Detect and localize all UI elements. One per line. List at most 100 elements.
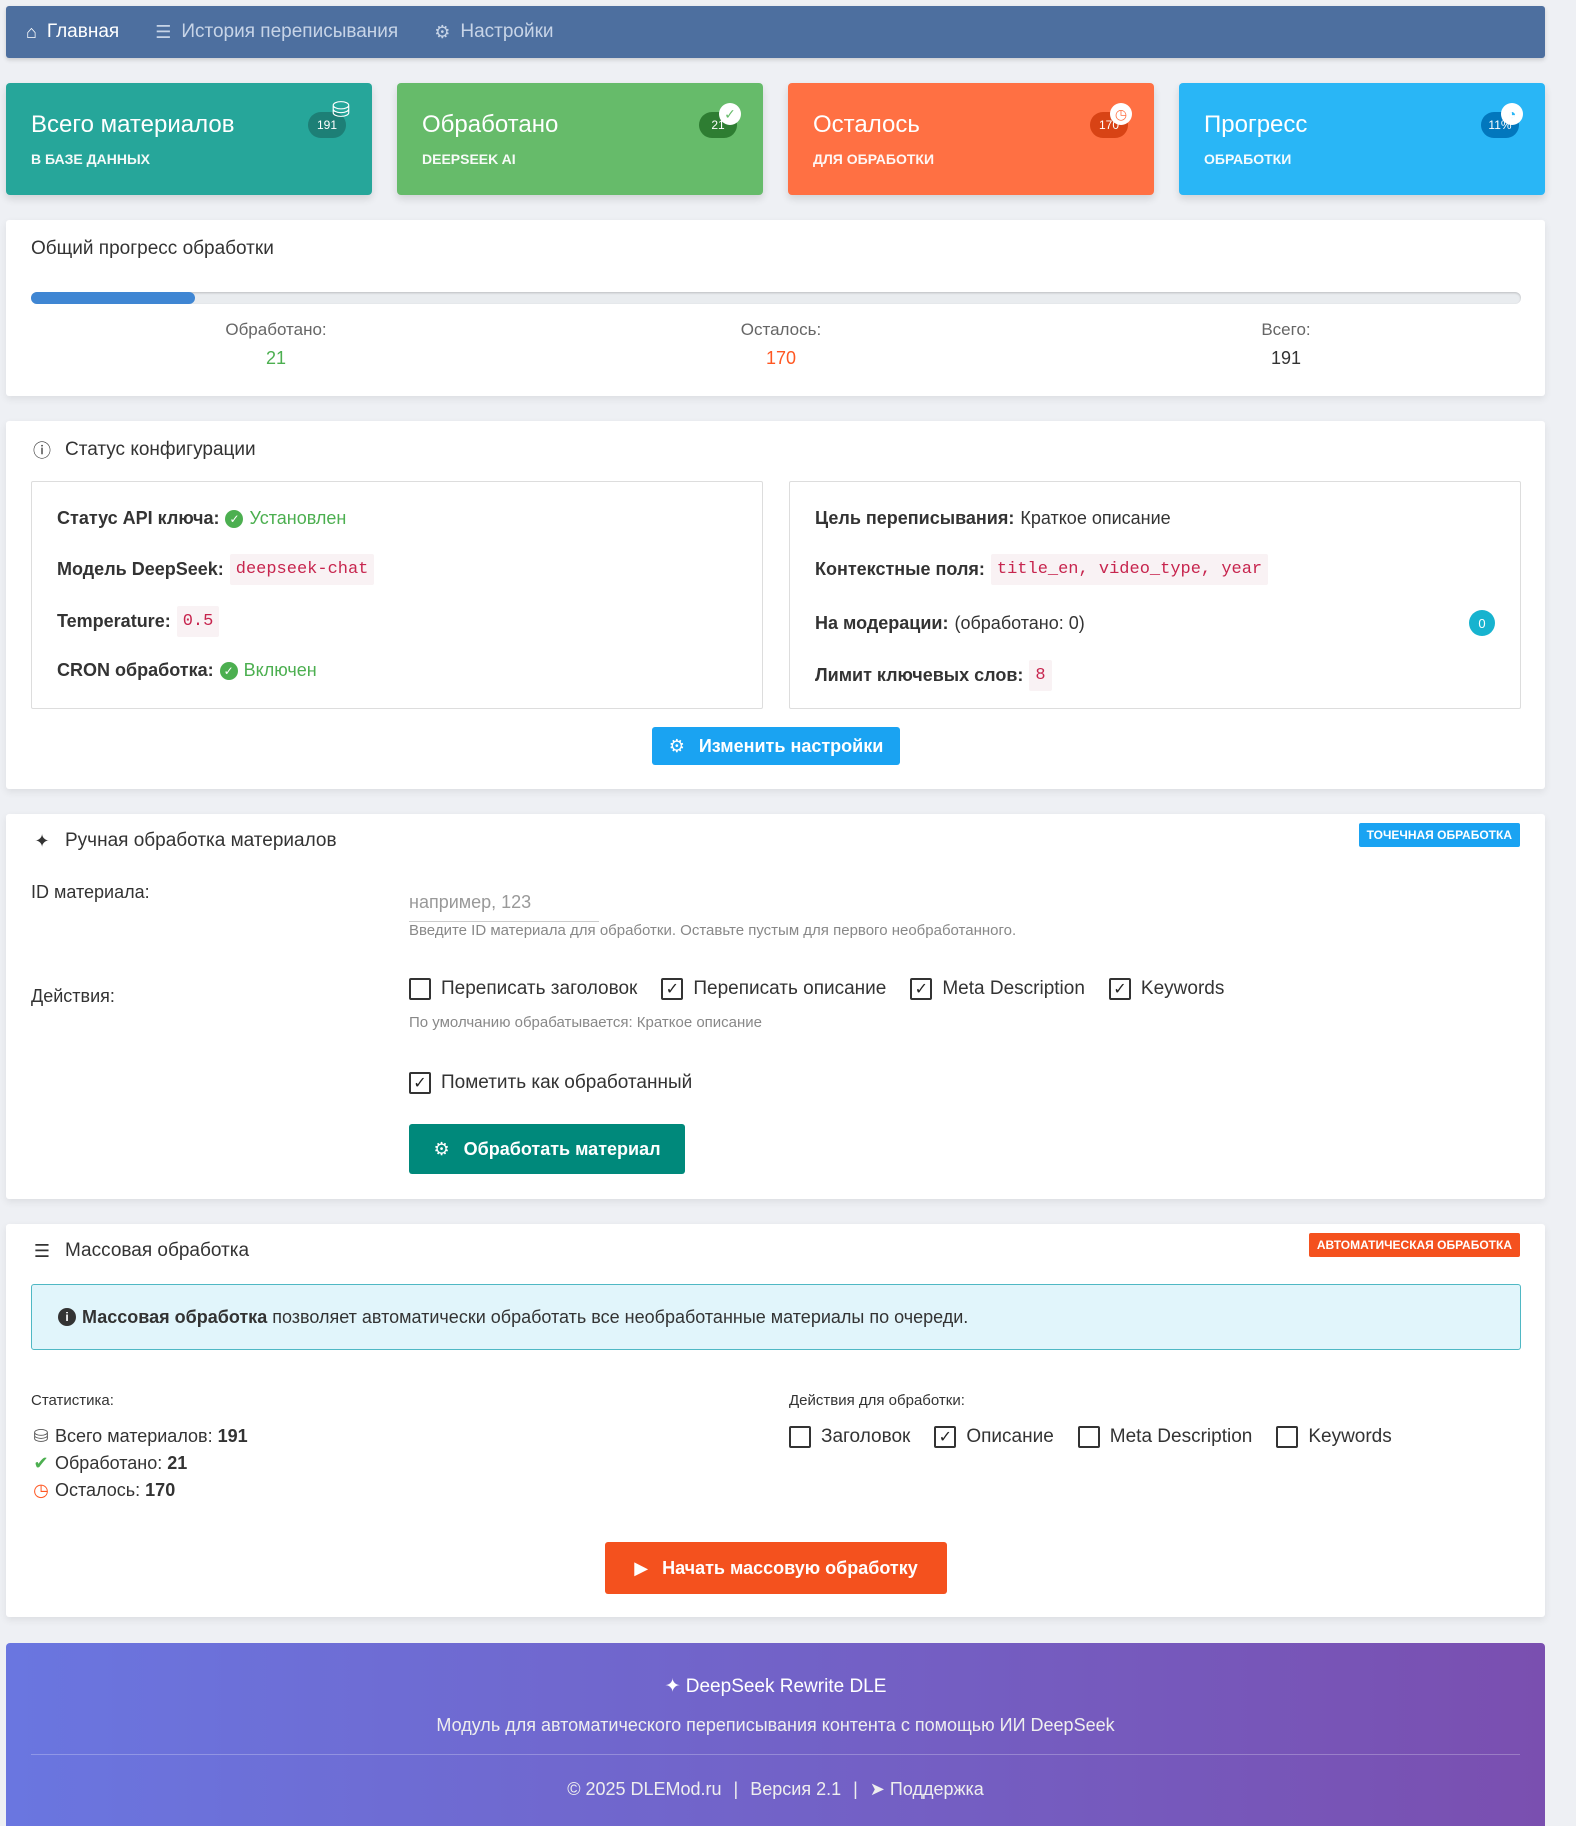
cb-mass-title[interactable]: Заголовок xyxy=(789,1426,910,1448)
nav-history[interactable]: ☰ История переписывания xyxy=(155,21,398,43)
checkbox[interactable]: ✓ xyxy=(1108,978,1131,1000)
stat-done-value: 21 xyxy=(167,1453,188,1473)
model-row: Модель DeepSeek: deepseek-chat xyxy=(57,554,375,585)
nav-settings-label: Настройки xyxy=(460,21,554,42)
manual-title: Ручная обработка материалов xyxy=(65,830,337,851)
list-icon: ☰ xyxy=(155,21,172,42)
card-remaining-sub: ДЛЯ ОБРАБОТКИ xyxy=(813,151,935,167)
actions-help: По умолчанию обрабатывается: Краткое опи… xyxy=(409,1014,763,1031)
nav-settings[interactable]: ⚙ Настройки xyxy=(434,21,553,43)
footer-copyright: © 2025 DLEMod.ru xyxy=(567,1779,722,1799)
nav-home[interactable]: ⌂ Главная xyxy=(26,21,119,43)
api-key-status: ✓ Установлен xyxy=(225,508,346,529)
cb-meta-description[interactable]: ✓ Meta Description xyxy=(910,978,1085,1000)
progress-bar xyxy=(31,292,1521,304)
process-material-button[interactable]: ⚙ Обработать материал xyxy=(409,1124,685,1174)
config-left-box: Статус API ключа: ✓ Установлен Модель Dee… xyxy=(31,481,763,709)
cb-rewrite-title[interactable]: Переписать заголовок xyxy=(409,978,637,1000)
footer-version: Версия 2.1 xyxy=(750,1779,842,1799)
card-total: Всего материалов В БАЗЕ ДАННЫХ 191 ⛁ xyxy=(6,83,372,195)
id-label: ID материала: xyxy=(31,882,150,902)
cb-keywords[interactable]: ✓ Keywords xyxy=(1108,978,1225,1000)
gears-icon: ⚙ xyxy=(433,1138,450,1159)
check-circle-icon: ✓ xyxy=(219,661,238,680)
server-icon: ☰ xyxy=(33,1240,51,1261)
footer-divider xyxy=(31,1754,1520,1755)
context-row: Контекстные поля: title_en, video_type, … xyxy=(815,554,1269,585)
cb-mass-keywords[interactable]: Keywords xyxy=(1276,1426,1392,1448)
keywords-limit-row: Лимит ключевых слов: 8 xyxy=(815,660,1052,691)
actions-label: Действия: xyxy=(31,986,115,1006)
mass-actions-label: Действия для обработки: xyxy=(789,1392,965,1409)
checkbox[interactable]: ✓ xyxy=(661,978,684,1000)
cb-label: Пометить как обработанный xyxy=(441,1072,693,1093)
edit-settings-label: Изменить настройки xyxy=(698,735,884,756)
progress-processed-label: Обработано: xyxy=(225,320,327,339)
gears-icon: ⚙ xyxy=(434,21,451,42)
gear-icon: ⚙ xyxy=(668,735,685,756)
mass-badge: АВТОМАТИЧЕСКАЯ ОБРАБОТКА xyxy=(1308,1233,1520,1257)
edit-settings-button[interactable]: ⚙ Изменить настройки xyxy=(652,727,900,765)
checkbox[interactable]: ✓ xyxy=(910,978,933,1000)
cron-row: CRON обработка: ✓ Включен xyxy=(57,660,317,681)
stat-done-label: Обработано: xyxy=(55,1453,163,1473)
cb-label: Описание xyxy=(966,1426,1054,1447)
cb-label: Keywords xyxy=(1140,978,1225,999)
mass-info-alert: i Массовая обработка позволяет автоматич… xyxy=(31,1284,1521,1350)
manual-actions: Переписать заголовок ✓ Переписать описани… xyxy=(409,978,1248,1000)
card-processed-title: Обработано xyxy=(422,111,559,138)
check-icon: ✓ xyxy=(719,103,741,125)
api-key-row: Статус API ключа: ✓ Установлен xyxy=(57,508,346,529)
stat-left-label: Осталось: xyxy=(55,1480,141,1500)
checkbox[interactable]: ✓ xyxy=(934,1426,957,1448)
database-icon: ⛁ xyxy=(331,97,351,122)
material-id-input[interactable]: например, 123 xyxy=(409,886,599,922)
goal-value: Краткое описание xyxy=(1020,508,1171,528)
checkbox[interactable] xyxy=(1276,1426,1299,1448)
config-panel: ⓘ Статус конфигурации Статус API ключа: … xyxy=(6,421,1545,789)
id-help: Введите ID материала для обработки. Оста… xyxy=(409,922,1017,939)
cb-mark-processed[interactable]: ✓ Пометить как обработанный xyxy=(409,1072,692,1094)
cb-rewrite-description[interactable]: ✓ Переписать описание xyxy=(661,978,886,1000)
config-title-row: ⓘ Статус конфигурации xyxy=(31,437,256,463)
stat-total-value: 191 xyxy=(217,1426,248,1446)
mass-panel: ☰ Массовая обработка АВТОМАТИЧЕСКАЯ ОБРА… xyxy=(6,1224,1545,1617)
footer: ✦ DeepSeek Rewrite DLE Модуль для автома… xyxy=(6,1643,1545,1826)
checkbox[interactable]: ✓ xyxy=(409,1072,431,1094)
stat-total-label: Всего материалов: xyxy=(55,1426,213,1446)
config-title: Статус конфигурации xyxy=(65,439,256,460)
context-value: title_en, video_type, year xyxy=(990,554,1269,585)
stats-label: Статистика: xyxy=(31,1392,114,1409)
cb-label: Заголовок xyxy=(821,1426,911,1447)
checkbox[interactable] xyxy=(789,1426,811,1448)
checkbox[interactable] xyxy=(409,978,431,1000)
manual-panel: ✦ Ручная обработка материалов ТОЧЕЧНАЯ О… xyxy=(6,814,1545,1199)
database-icon: ⛁ xyxy=(33,1426,49,1446)
process-material-label: Обработать материал xyxy=(463,1138,661,1159)
progress-title: Общий прогресс обработки xyxy=(31,238,274,259)
footer-meta: © 2025 DLEMod.ru | Версия 2.1 | ➤ Поддер… xyxy=(6,1779,1545,1800)
cb-mass-meta-description[interactable]: Meta Description xyxy=(1077,1426,1252,1448)
footer-separator: | xyxy=(733,1779,739,1799)
footer-support-link[interactable]: Поддержка xyxy=(890,1779,984,1800)
telegram-icon: ➤ xyxy=(869,1779,885,1799)
pie-icon: ◔ xyxy=(1501,103,1523,125)
cron-label: CRON обработка: xyxy=(57,660,214,680)
moderation-value: (обработано: 0) xyxy=(954,612,1085,633)
progress-fill xyxy=(31,292,195,304)
progress-total-label: Всего: xyxy=(1261,320,1311,339)
goal-row: Цель переписывания: Краткое описание xyxy=(815,508,1171,529)
card-progress-title: Прогресс xyxy=(1204,111,1308,138)
card-total-title: Всего материалов xyxy=(31,111,235,138)
clock-icon: ◷ xyxy=(33,1480,49,1500)
cb-label: Keywords xyxy=(1308,1426,1392,1447)
progress-remaining-label: Осталось: xyxy=(740,320,822,339)
checkbox[interactable] xyxy=(1077,1426,1100,1448)
model-value: deepseek-chat xyxy=(229,554,375,585)
top-navbar: ⌂ Главная ☰ История переписывания ⚙ Наст… xyxy=(6,6,1545,58)
start-mass-button[interactable]: ▶ Начать массовую обработку xyxy=(605,1542,947,1594)
cb-mass-description[interactable]: ✓ Описание xyxy=(934,1426,1054,1448)
temperature-value: 0.5 xyxy=(176,606,220,637)
mass-info-bold: Массовая обработка xyxy=(82,1306,268,1327)
temperature-label: Temperature: xyxy=(57,611,171,631)
